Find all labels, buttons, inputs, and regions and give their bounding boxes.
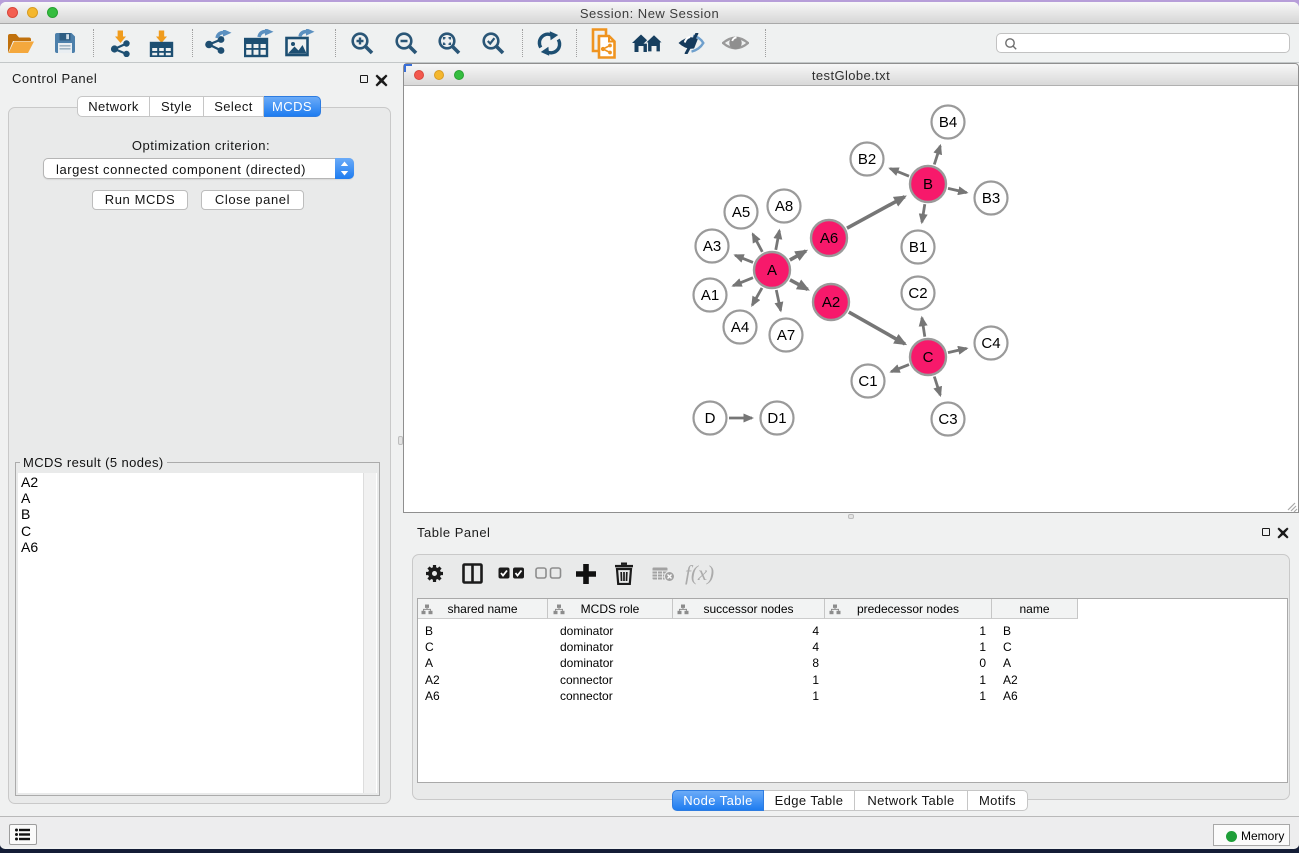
svg-text:A4: A4	[731, 319, 749, 336]
svg-text:C4: C4	[981, 335, 1000, 352]
svg-text:D1: D1	[767, 410, 786, 427]
svg-text:A: A	[767, 262, 777, 279]
svg-text:C: C	[923, 349, 934, 366]
svg-text:D: D	[705, 410, 716, 427]
svg-text:B: B	[923, 176, 933, 193]
svg-text:A7: A7	[777, 327, 795, 344]
svg-text:A1: A1	[701, 287, 719, 304]
svg-text:A3: A3	[703, 238, 721, 255]
svg-text:B4: B4	[939, 114, 957, 131]
svg-text:A5: A5	[732, 204, 750, 221]
svg-text:A2: A2	[822, 294, 840, 311]
svg-text:A8: A8	[775, 198, 793, 215]
svg-text:B3: B3	[982, 190, 1000, 207]
svg-text:B1: B1	[909, 239, 927, 256]
svg-text:B2: B2	[858, 151, 876, 168]
svg-text:C1: C1	[858, 373, 877, 390]
svg-text:A6: A6	[820, 230, 838, 247]
svg-text:C2: C2	[908, 285, 927, 302]
svg-text:C3: C3	[938, 411, 957, 428]
